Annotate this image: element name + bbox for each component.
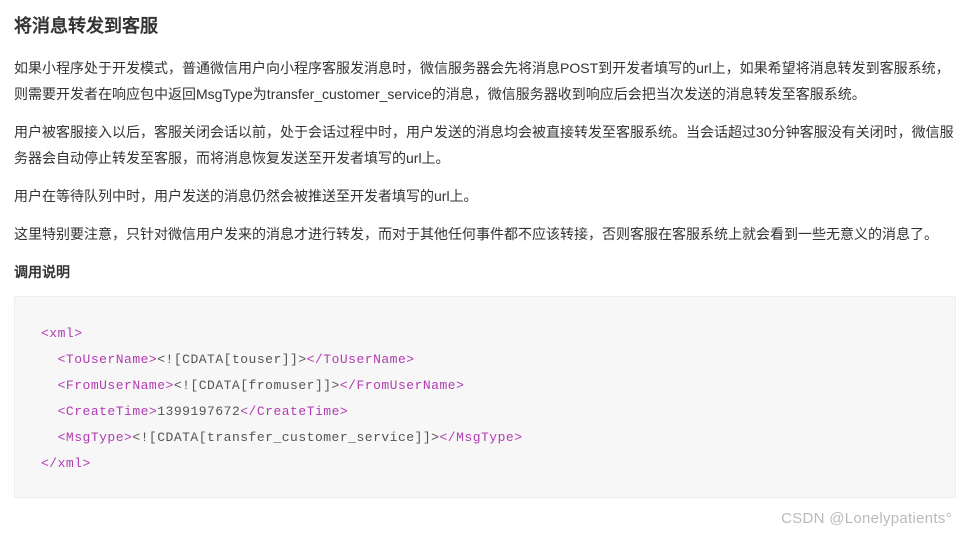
- code-block: <xml> <ToUserName><![CDATA[touser]]></To…: [14, 296, 956, 498]
- text-to: <![CDATA[touser]]>: [157, 352, 306, 367]
- tag-xml-close: </xml>: [41, 456, 91, 471]
- watermark: CSDN @Lonelypatients°: [781, 505, 952, 532]
- text-time: 1399197672: [157, 404, 240, 419]
- tag-from-open: <FromUserName>: [58, 378, 174, 393]
- paragraph-3: 用户在等待队列中时，用户发送的消息仍然会被推送至开发者填写的url上。: [14, 184, 956, 210]
- tag-msg-close: </MsgType>: [439, 430, 522, 445]
- tag-msg-open: <MsgType>: [58, 430, 133, 445]
- tag-time-close: </CreateTime>: [240, 404, 348, 419]
- paragraph-1: 如果小程序处于开发模式，普通微信用户向小程序客服发消息时，微信服务器会先将消息P…: [14, 56, 956, 108]
- heading: 将消息转发到客服: [14, 10, 956, 42]
- text-from: <![CDATA[fromuser]]>: [174, 378, 340, 393]
- tag-time-open: <CreateTime>: [58, 404, 158, 419]
- paragraph-4: 这里特别要注意，只针对微信用户发来的消息才进行转发，而对于其他任何事件都不应该转…: [14, 222, 956, 248]
- subheading-usage: 调用说明: [14, 260, 956, 286]
- paragraph-2: 用户被客服接入以后，客服关闭会话以前，处于会话过程中时，用户发送的消息均会被直接…: [14, 120, 956, 172]
- text-msg: <![CDATA[transfer_customer_service]]>: [132, 430, 439, 445]
- line-3: <FromUserName><![CDATA[fromuser]]></From…: [58, 378, 465, 393]
- tag-to-close: </ToUserName>: [307, 352, 415, 367]
- tag-xml-open: <xml>: [41, 326, 83, 341]
- line-6: </xml>: [41, 456, 91, 471]
- line-2: <ToUserName><![CDATA[touser]]></ToUserNa…: [58, 352, 415, 367]
- tag-to-open: <ToUserName>: [58, 352, 158, 367]
- tag-from-close: </FromUserName>: [340, 378, 465, 393]
- line-5: <MsgType><![CDATA[transfer_customer_serv…: [58, 430, 523, 445]
- line-1: <xml>: [41, 326, 83, 341]
- line-4: <CreateTime>1399197672</CreateTime>: [58, 404, 349, 419]
